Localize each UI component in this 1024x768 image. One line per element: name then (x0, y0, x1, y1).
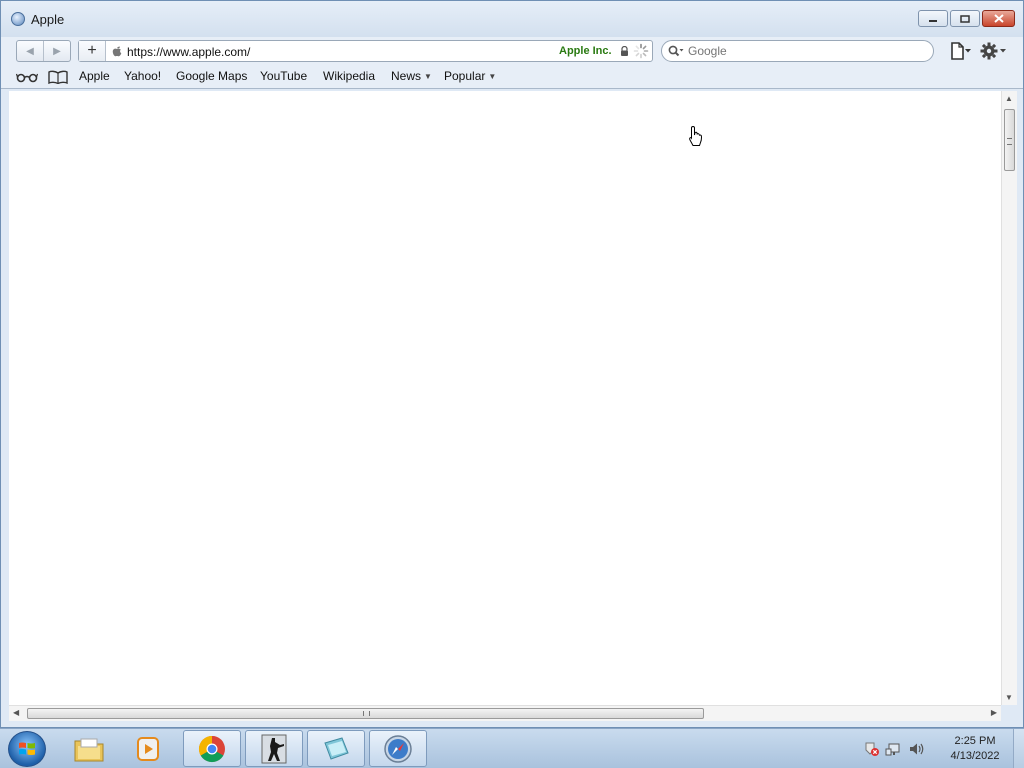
url-text: https://www.apple.com/ (127, 45, 251, 59)
horizontal-scrollbar[interactable]: ◀ ▶ (9, 705, 1001, 721)
bookmark-folder-label: Popular (444, 69, 486, 83)
title-bar[interactable]: Apple (1, 1, 1023, 37)
windows-logo-icon (19, 742, 35, 755)
scroll-right-arrow-icon[interactable]: ▶ (991, 708, 997, 717)
dropdown-arrow-icon: ▼ (424, 72, 432, 81)
horizontal-scroll-thumb[interactable] (27, 708, 704, 719)
gear-icon[interactable] (979, 41, 1007, 61)
page-content[interactable] (9, 91, 1001, 705)
browser-window: Apple ◀ ▶ + https://www.apple.com/ Apple… (0, 0, 1024, 728)
taskbar: 2:25 PM 4/13/2022 (0, 728, 1024, 768)
nav-buttons: ◀ ▶ (16, 40, 71, 62)
safari-icon (384, 734, 412, 763)
network-icon (885, 743, 900, 756)
bookmarks-book-icon[interactable] (48, 70, 68, 84)
folder-icon (74, 738, 104, 761)
clock-time: 2:25 PM (954, 735, 996, 747)
taskbar-app-media-player[interactable] (120, 730, 178, 767)
media-player-icon (137, 736, 159, 761)
reading-list-icon[interactable] (16, 71, 38, 83)
scroll-up-arrow-icon[interactable]: ▲ (1005, 94, 1013, 103)
forward-button[interactable]: ▶ (43, 41, 70, 61)
taskbar-app-safari[interactable] (369, 730, 427, 767)
bookmark-youtube[interactable]: YouTube (260, 69, 307, 83)
back-button[interactable]: ◀ (17, 41, 43, 61)
loading-spinner-icon (633, 43, 649, 59)
taskbar-app-chrome[interactable] (183, 730, 241, 767)
back-arrow-icon: ◀ (26, 45, 34, 57)
bookmark-apple[interactable]: Apple (79, 69, 110, 83)
bookmark-wikipedia[interactable]: Wikipedia (323, 69, 375, 83)
minimize-button[interactable] (918, 10, 948, 27)
restore-icon (960, 14, 970, 23)
clock-date: 4/13/2022 (950, 750, 1000, 762)
search-input[interactable] (688, 43, 928, 59)
lock-icon (621, 46, 628, 56)
clock[interactable]: 2:25 PM 4/13/2022 (940, 734, 1010, 764)
search-bar[interactable] (661, 40, 934, 62)
certificate-owner[interactable]: Apple Inc. (559, 45, 612, 57)
chrome-icon (198, 735, 225, 762)
bookmark-google-maps[interactable]: Google Maps (176, 69, 247, 83)
bookmark-folder-popular[interactable]: Popular ▼ (444, 69, 496, 83)
scroll-down-arrow-icon[interactable]: ▼ (1005, 693, 1013, 702)
scroll-left-arrow-icon[interactable]: ◀ (13, 708, 19, 717)
bookmarks-bar: Apple Yahoo! Google Maps YouTube Wikiped… (1, 65, 1023, 89)
maximize-button[interactable] (950, 10, 980, 27)
grip-icon (1007, 138, 1012, 145)
counter-strike-icon (261, 734, 287, 763)
grip-icon (363, 711, 370, 716)
dropdown-arrow-icon: ▼ (488, 72, 497, 81)
vertical-scrollbar[interactable]: ▲ ▼ (1001, 91, 1017, 705)
bookmark-yahoo[interactable]: Yahoo! (124, 69, 161, 83)
safari-window-icon (11, 12, 25, 26)
window-title: Apple (31, 12, 65, 27)
apple-site-icon (112, 46, 122, 57)
toolbar: ◀ ▶ + https://www.apple.com/ Apple Inc. (1, 37, 1023, 65)
minimize-icon (929, 19, 937, 22)
taskbar-app-notepad[interactable] (307, 730, 365, 767)
bookmark-folder-label: News (391, 69, 422, 83)
start-button[interactable] (8, 731, 46, 767)
system-tray[interactable] (862, 741, 932, 757)
close-icon (993, 14, 1004, 23)
forward-arrow-icon: ▶ (53, 45, 61, 57)
taskbar-app-explorer[interactable] (60, 730, 118, 767)
show-desktop-button[interactable] (1013, 729, 1024, 768)
hand-cursor-icon (689, 125, 702, 146)
volume-icon (910, 743, 924, 755)
action-center-icon (865, 742, 879, 756)
add-bookmark-button[interactable]: + (79, 41, 106, 61)
notepad-icon (324, 736, 349, 760)
vertical-scroll-thumb[interactable] (1004, 109, 1015, 171)
bookmark-folder-news[interactable]: News ▼ (391, 69, 432, 83)
search-icon (668, 45, 684, 57)
taskbar-app-counter-strike[interactable] (245, 730, 303, 767)
page-menu-icon[interactable] (949, 42, 973, 60)
window-controls (918, 10, 1015, 27)
address-bar[interactable]: + https://www.apple.com/ Apple Inc. (78, 40, 653, 62)
close-button[interactable] (982, 10, 1015, 27)
